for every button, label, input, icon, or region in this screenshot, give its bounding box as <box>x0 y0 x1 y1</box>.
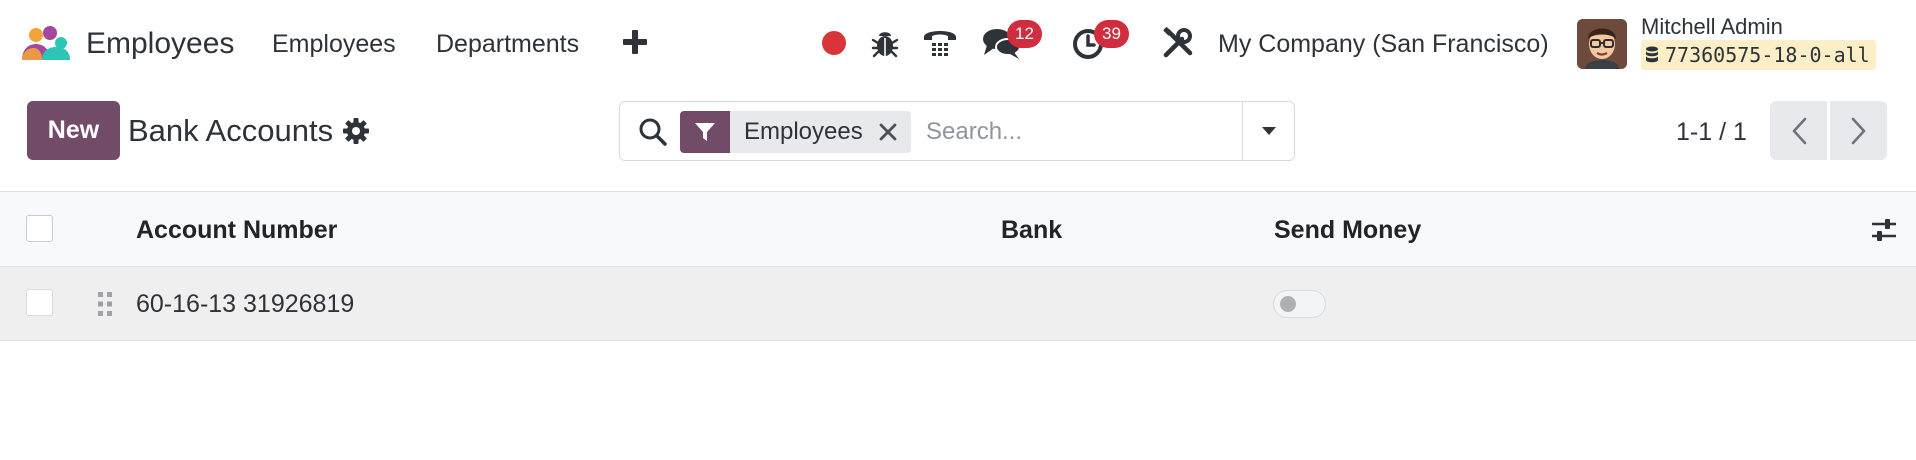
facet-label: Employees <box>730 111 873 153</box>
database-icon <box>1646 46 1658 63</box>
list-header: Account Number Bank Send Money <box>0 191 1916 267</box>
filter-icon <box>680 111 730 153</box>
column-header-account-number[interactable]: Account Number <box>136 215 337 245</box>
caret-down-icon <box>1261 127 1276 135</box>
pager-next-button[interactable] <box>1830 101 1887 160</box>
table-row[interactable]: 60-16-13 31926819 <box>0 267 1916 341</box>
top-navbar: Employees Employees Departments 12 39 My… <box>0 0 1916 88</box>
select-all-checkbox[interactable] <box>26 215 53 242</box>
phone-icon[interactable] <box>922 25 958 61</box>
database-name: 77360575-18-0-all <box>1665 43 1870 67</box>
close-icon <box>879 123 897 141</box>
send-money-toggle[interactable] <box>1273 290 1326 318</box>
tools-icon[interactable] <box>1162 27 1194 59</box>
cell-account-number: 60-16-13 31926819 <box>136 290 355 318</box>
menu-departments[interactable]: Departments <box>436 28 579 60</box>
menu-employees[interactable]: Employees <box>272 28 396 60</box>
search-facet: Employees <box>680 111 911 153</box>
drag-handle-icon[interactable] <box>96 291 114 317</box>
chevron-left-icon <box>1792 117 1806 144</box>
chevron-right-icon <box>1851 117 1865 144</box>
company-switcher[interactable]: My Company (San Francisco) <box>1218 28 1549 60</box>
gear-icon[interactable] <box>343 118 369 144</box>
app-name[interactable]: Employees <box>86 26 234 62</box>
bug-icon[interactable] <box>870 27 900 59</box>
column-header-send-money[interactable]: Send Money <box>1274 215 1421 245</box>
search-input[interactable] <box>926 112 1226 152</box>
search-bar: Employees <box>619 101 1295 161</box>
new-button[interactable]: New <box>27 101 120 160</box>
chat-badge: 12 <box>1007 20 1042 48</box>
database-tag: 77360575-18-0-all <box>1641 40 1876 70</box>
record-dot-icon[interactable] <box>822 31 846 55</box>
plus-icon[interactable] <box>621 28 649 56</box>
user-name[interactable]: Mitchell Admin <box>1641 14 1783 40</box>
search-options-toggle[interactable] <box>1242 102 1294 160</box>
pager-value[interactable]: 1-1 / 1 <box>1676 117 1747 147</box>
column-header-bank[interactable]: Bank <box>1001 215 1062 245</box>
page-title: Bank Accounts <box>128 113 334 148</box>
toggle-knob <box>1280 296 1296 312</box>
row-checkbox[interactable] <box>26 289 53 316</box>
activity-badge: 39 <box>1094 20 1129 48</box>
employees-app-icon[interactable] <box>20 26 72 62</box>
avatar[interactable] <box>1577 19 1627 69</box>
search-icon[interactable] <box>638 117 668 147</box>
column-options-icon[interactable] <box>1870 217 1898 243</box>
pager-previous-button[interactable] <box>1770 101 1827 160</box>
facet-remove-button[interactable] <box>872 111 911 153</box>
